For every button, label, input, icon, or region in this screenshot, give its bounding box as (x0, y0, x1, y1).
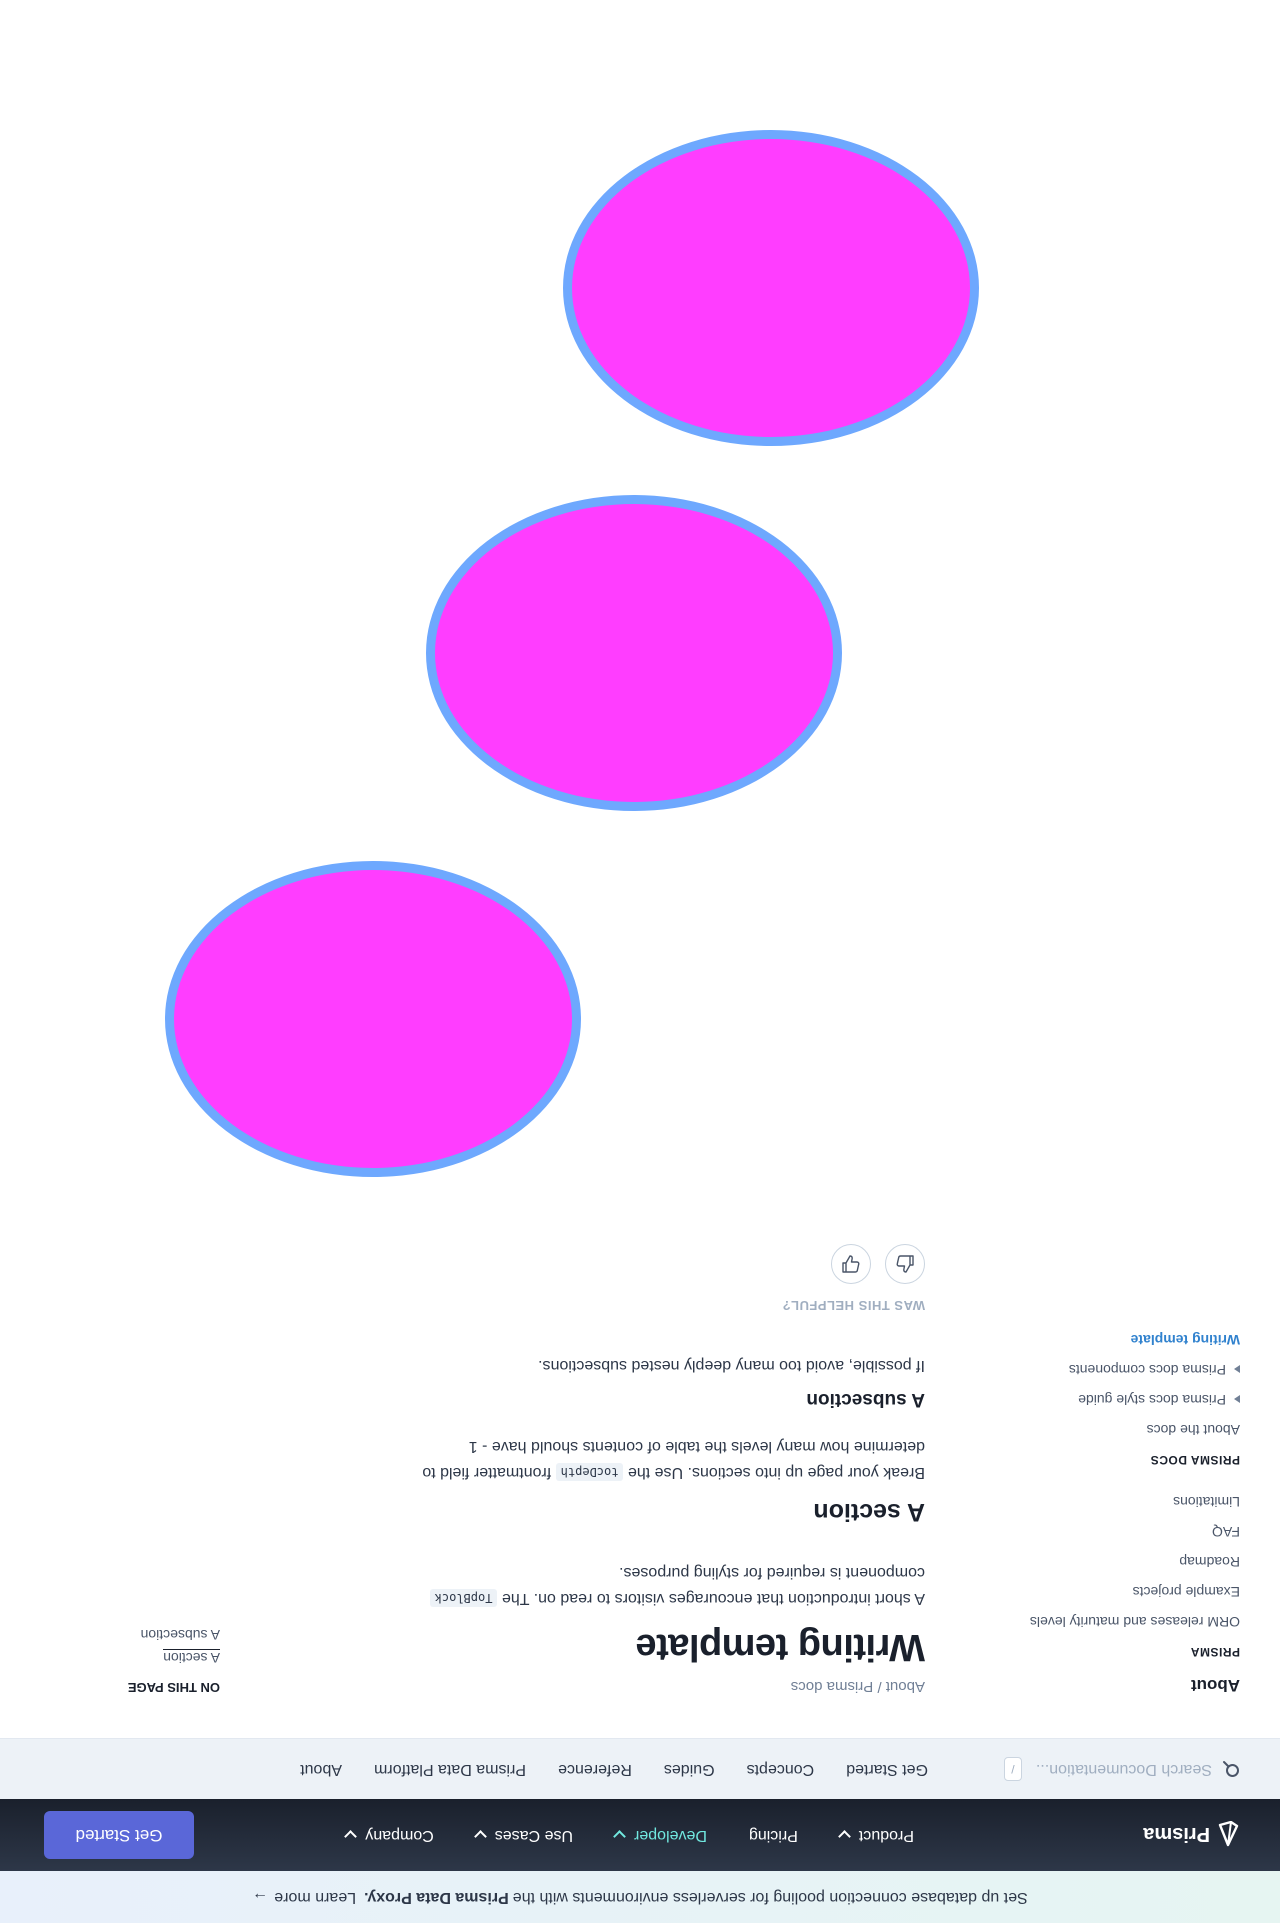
sidebar-item-style-guide[interactable]: Prisma docs style guide (1020, 1379, 1240, 1409)
sidebar-item-roadmap[interactable]: Roadmap (1020, 1541, 1240, 1571)
subnav-about[interactable]: About (300, 1760, 342, 1778)
subnav-items: Get Started Concepts Guides Reference Pr… (268, 1739, 928, 1799)
sidebar-item-orm-releases[interactable]: ORM releases and maturity levels (1020, 1601, 1240, 1631)
announcement-banner[interactable]: Set up database connection pooling for s… (0, 1871, 1280, 1923)
arrow-right-icon: → (252, 1889, 269, 1906)
thumbs-up-button[interactable] (885, 1244, 925, 1284)
search-icon (1223, 1761, 1239, 1777)
feedback-prompt: WAS THIS HELPFUL? (782, 1298, 925, 1313)
sidebar-item-faq[interactable]: FAQ (1020, 1511, 1240, 1541)
banner-bold-text: Prisma Data Proxy. (364, 1889, 509, 1906)
subsection-paragraph: If possible, avoid too many deeply neste… (538, 1357, 925, 1374)
logo-text: Prisma (1143, 1823, 1210, 1846)
subsection-heading: A subsection (806, 1389, 925, 1410)
search-placeholder: Search Documentation... (1035, 1761, 1212, 1778)
search-input[interactable]: Search Documentation... / (1003, 1757, 1240, 1781)
subnav-concepts[interactable]: Concepts (747, 1760, 815, 1778)
sidebar-title: About (1190, 1676, 1240, 1695)
thumbs-up-icon (896, 1255, 914, 1273)
nav-pricing[interactable]: Pricing (749, 1826, 798, 1844)
nav-developer-label: Developer (634, 1827, 707, 1844)
breadcrumb: About / Prisma docs (790, 1678, 925, 1695)
chevron-down-icon (837, 1830, 851, 1844)
subnav-data-platform[interactable]: Prisma Data Platform (374, 1760, 526, 1778)
inline-code: TopBlock (429, 1589, 498, 1607)
feedback-buttons (350, 1244, 925, 1284)
magenta-oval-overlay (165, 861, 581, 1177)
inline-code: tocDepth (555, 1463, 624, 1481)
main-content: About / Prisma docs Writing template A s… (350, 1244, 925, 1695)
nav-product-label: Product (858, 1827, 914, 1844)
table-of-contents: ON THIS PAGE A section A subsection (20, 1627, 220, 1695)
get-started-button[interactable]: Get Started (44, 1811, 194, 1859)
toc-title: ON THIS PAGE (127, 1680, 220, 1695)
learn-more-link[interactable]: Learn more (274, 1888, 356, 1906)
sidebar-item-label: Prisma docs style guide (1078, 1392, 1226, 1408)
subnav-get-started[interactable]: Get Started (846, 1760, 928, 1778)
sidebar-item-docs-components[interactable]: Prisma docs components (1020, 1349, 1240, 1379)
caret-right-icon (1234, 1395, 1240, 1403)
nav-links: Product Pricing Developer Use Cases Comp… (304, 1799, 914, 1871)
caret-right-icon (1234, 1365, 1240, 1373)
search-shortcut: / (1003, 1757, 1022, 1781)
intro-paragraph: A short introduction that encourages vis… (350, 1560, 925, 1611)
intro-text: A short introduction that encourages vis… (501, 1590, 925, 1607)
thumbs-down-button[interactable] (831, 1244, 871, 1284)
nav-pricing-label: Pricing (748, 1827, 798, 1844)
nav-company-label: Company (365, 1827, 434, 1844)
subnav-reference[interactable]: Reference (558, 1760, 632, 1778)
sidebar-item-writing-template[interactable]: Writing template (1020, 1319, 1240, 1349)
logo[interactable]: Prisma (1143, 1821, 1240, 1847)
sidebar-item-limitations[interactable]: Limitations (1020, 1481, 1240, 1511)
nav-use-cases-label: Use Cases (494, 1827, 574, 1844)
nav-product[interactable]: Product (837, 1826, 914, 1844)
nav-developer[interactable]: Developer (613, 1826, 707, 1844)
thumbs-down-icon (842, 1255, 860, 1273)
sidebar-item-label: Prisma docs components (1068, 1362, 1226, 1378)
magenta-oval-overlay (426, 495, 842, 811)
sidebar-item-about-docs[interactable]: About the docs (1020, 1409, 1240, 1439)
nav-use-cases[interactable]: Use Cases (473, 1826, 574, 1844)
sidebar-item-example-projects[interactable]: Example projects (1020, 1571, 1240, 1601)
page-title: Writing template (636, 1626, 925, 1668)
prisma-logo-icon (1218, 1821, 1239, 1847)
toc-item-section[interactable]: A section (163, 1649, 220, 1666)
docs-subnav: Search Documentation... / Get Started Co… (0, 1738, 1280, 1799)
section-text: Break your page up into sections. Use th… (627, 1464, 925, 1481)
sidebar-section-prisma: PRISMA (1190, 1645, 1240, 1659)
section-heading: A section (813, 1498, 925, 1526)
chevron-down-icon (613, 1830, 626, 1844)
sidebar: About PRISMA ORM releases and maturity l… (1020, 1319, 1240, 1695)
toc-item-subsection[interactable]: A subsection (20, 1627, 220, 1643)
sidebar-section-prisma-docs: PRISMA DOCS (1150, 1453, 1240, 1467)
intro-text-2: component is required for styling purpos… (619, 1564, 925, 1581)
banner-text: Set up database connection pooling for s… (512, 1889, 1028, 1906)
section-paragraph: Break your page up into sections. Use th… (350, 1434, 925, 1485)
top-navigation: Prisma Product Pricing Developer Use Cas… (0, 1799, 1280, 1871)
chevron-down-icon (473, 1830, 487, 1844)
chevron-down-icon (344, 1830, 358, 1844)
subnav-guides[interactable]: Guides (664, 1760, 715, 1778)
magenta-oval-overlay (563, 130, 979, 446)
nav-company[interactable]: Company (344, 1826, 434, 1844)
